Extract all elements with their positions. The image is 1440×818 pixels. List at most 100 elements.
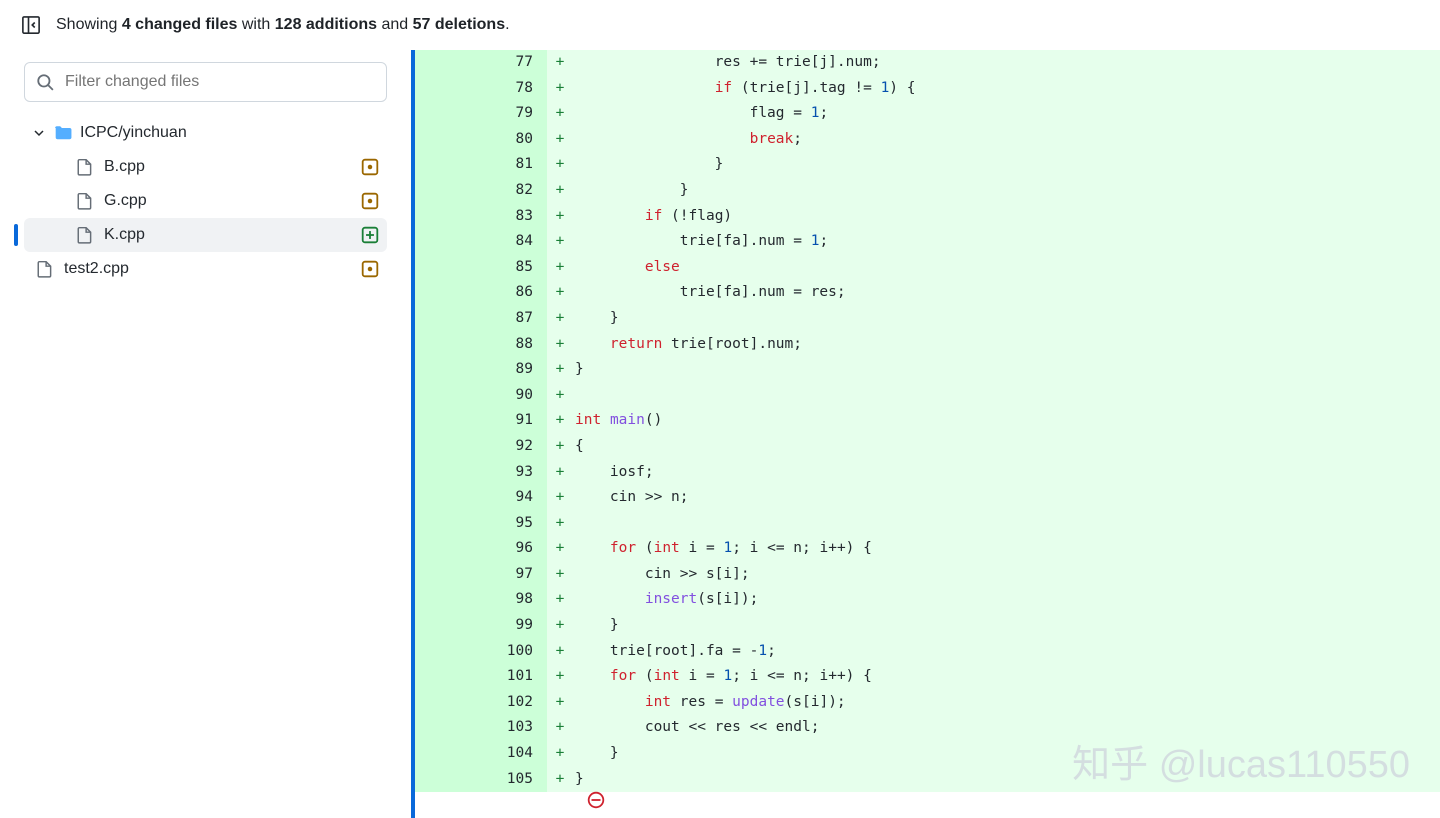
diff-line[interactable]: 80+ break; <box>415 127 1440 153</box>
hunk-footer <box>415 792 1440 818</box>
tree-file[interactable]: B.cpp <box>24 150 387 184</box>
diff-marker: + <box>547 587 573 613</box>
diff-line[interactable]: 101+ for (int i = 1; i <= n; i++) { <box>415 664 1440 690</box>
diff-line[interactable]: 93+ iosf; <box>415 460 1440 486</box>
diff-line[interactable]: 96+ for (int i = 1; i <= n; i++) { <box>415 536 1440 562</box>
diff-line[interactable]: 85+ else <box>415 255 1440 281</box>
code-content <box>573 511 1440 537</box>
diff-marker: + <box>547 408 573 434</box>
diff-line[interactable]: 105+} <box>415 767 1440 793</box>
diff-line[interactable]: 102+ int res = update(s[i]); <box>415 690 1440 716</box>
diff-marker: + <box>547 152 573 178</box>
diff-line[interactable]: 97+ cin >> s[i]; <box>415 562 1440 588</box>
file-name: K.cpp <box>104 226 351 244</box>
diff-marker: + <box>547 229 573 255</box>
file-name: B.cpp <box>104 158 351 176</box>
diff-marker: + <box>547 536 573 562</box>
status-added-icon <box>361 226 379 244</box>
chevron-down-icon <box>32 127 46 139</box>
line-number: 82 <box>415 178 547 204</box>
diff-line[interactable]: 103+ cout << res << endl; <box>415 715 1440 741</box>
file-name: G.cpp <box>104 192 351 210</box>
diff-marker: + <box>547 383 573 409</box>
diff-line[interactable]: 81+ } <box>415 152 1440 178</box>
diff-marker: + <box>547 280 573 306</box>
file-icon <box>76 192 94 210</box>
diff-marker: + <box>547 460 573 486</box>
line-number: 96 <box>415 536 547 562</box>
line-number: 95 <box>415 511 547 537</box>
diff-line[interactable]: 82+ } <box>415 178 1440 204</box>
line-number: 88 <box>415 332 547 358</box>
diff-line[interactable]: 78+ if (trie[j].tag != 1) { <box>415 76 1440 102</box>
tree-folder[interactable]: ICPC/yinchuan <box>24 116 387 150</box>
diff-line[interactable]: 86+ trie[fa].num = res; <box>415 280 1440 306</box>
code-content: break; <box>573 127 1440 153</box>
file-icon <box>76 158 94 176</box>
status-modified-icon <box>361 260 379 278</box>
diff-marker: + <box>547 357 573 383</box>
line-number: 85 <box>415 255 547 281</box>
code-content: if (!flag) <box>573 204 1440 230</box>
diff-line[interactable]: 79+ flag = 1; <box>415 101 1440 127</box>
line-number: 78 <box>415 76 547 102</box>
diff-line[interactable]: 94+ cin >> n; <box>415 485 1440 511</box>
line-number: 99 <box>415 613 547 639</box>
line-number: 105 <box>415 767 547 793</box>
diff-line[interactable]: 89+} <box>415 357 1440 383</box>
line-number: 87 <box>415 306 547 332</box>
diff-marker: + <box>547 101 573 127</box>
file-name: test2.cpp <box>64 260 351 278</box>
tree-file[interactable]: K.cpp <box>24 218 387 252</box>
diff-line[interactable]: 84+ trie[fa].num = 1; <box>415 229 1440 255</box>
filter-files-input[interactable] <box>24 62 387 102</box>
line-number: 97 <box>415 562 547 588</box>
diff-marker: + <box>547 178 573 204</box>
code-content: } <box>573 767 1440 793</box>
tree-file[interactable]: test2.cpp <box>24 252 387 286</box>
diff-line[interactable]: 99+ } <box>415 613 1440 639</box>
diff-line[interactable]: 83+ if (!flag) <box>415 204 1440 230</box>
code-content: } <box>573 741 1440 767</box>
diff-line[interactable]: 100+ trie[root].fa = -1; <box>415 639 1440 665</box>
tree-file[interactable]: G.cpp <box>24 184 387 218</box>
diff-line[interactable]: 88+ return trie[root].num; <box>415 332 1440 358</box>
code-content: res += trie[j].num; <box>573 50 1440 76</box>
diff-marker: + <box>547 690 573 716</box>
diff-marker: + <box>547 664 573 690</box>
diff-marker: + <box>547 50 573 76</box>
code-content: } <box>573 178 1440 204</box>
diff-line[interactable]: 90+ <box>415 383 1440 409</box>
diff-line[interactable]: 95+ <box>415 511 1440 537</box>
diff-line[interactable]: 87+ } <box>415 306 1440 332</box>
diff-line[interactable]: 92+{ <box>415 434 1440 460</box>
code-content: int res = update(s[i]); <box>573 690 1440 716</box>
code-content: trie[root].fa = -1; <box>573 639 1440 665</box>
code-content: if (trie[j].tag != 1) { <box>573 76 1440 102</box>
code-content: int main() <box>573 408 1440 434</box>
line-number: 102 <box>415 690 547 716</box>
diff-marker: + <box>547 306 573 332</box>
code-content: } <box>573 613 1440 639</box>
diff-line[interactable]: 98+ insert(s[i]); <box>415 587 1440 613</box>
line-number: 98 <box>415 587 547 613</box>
line-number: 94 <box>415 485 547 511</box>
code-content: } <box>573 357 1440 383</box>
collapse-sidebar-icon[interactable] <box>20 14 42 36</box>
diff-line[interactable]: 91+int main() <box>415 408 1440 434</box>
code-content: cin >> s[i]; <box>573 562 1440 588</box>
code-content: flag = 1; <box>573 101 1440 127</box>
diff-line[interactable]: 104+ } <box>415 741 1440 767</box>
folder-icon <box>54 124 72 142</box>
code-content: trie[fa].num = 1; <box>573 229 1440 255</box>
diff-summary-text: Showing 4 changed files with 128 additio… <box>56 16 510 34</box>
diff-marker: + <box>547 76 573 102</box>
line-number: 92 <box>415 434 547 460</box>
diff-marker: + <box>547 511 573 537</box>
diff-marker: + <box>547 639 573 665</box>
diff-marker: + <box>547 332 573 358</box>
code-content: insert(s[i]); <box>573 587 1440 613</box>
code-content: return trie[root].num; <box>573 332 1440 358</box>
diff-marker: + <box>547 767 573 793</box>
diff-line[interactable]: 77+ res += trie[j].num; <box>415 50 1440 76</box>
